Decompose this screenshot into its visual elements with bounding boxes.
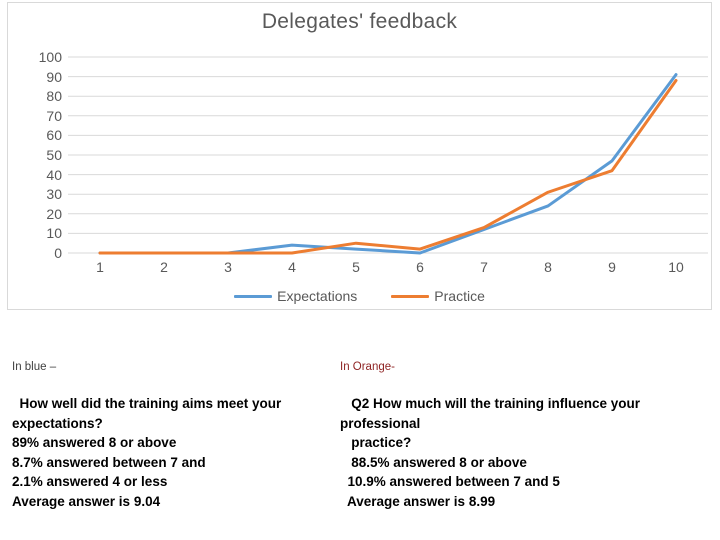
x-axis-tick-label: 9 [608, 259, 616, 275]
orange-summary-column: In Orange- Q2 How much will the training… [340, 360, 710, 511]
y-axis-tick-label: 90 [46, 68, 62, 85]
chart-title: Delegates' feedback [261, 10, 458, 33]
orange-summary-line: 10.9% answered between 7 and 5 [340, 474, 560, 489]
y-axis-tick-label: 60 [46, 127, 62, 144]
blue-column-lines: How well did the training aims meet your… [12, 394, 332, 511]
series-lines [100, 75, 676, 253]
y-axis-tick-label: 50 [46, 147, 62, 163]
chart-legend: Expectations Practice [8, 288, 711, 304]
legend-swatch-icon [391, 294, 430, 298]
gridlines [68, 57, 708, 253]
blue-summary-line: expectations? [12, 415, 103, 431]
series-line-practice [100, 81, 676, 253]
x-axis-tick-label: 1 [96, 259, 104, 275]
orange-summary-line: 88.5% answered 8 or above [340, 454, 527, 470]
y-axis-tick-labels: 0 10 20 30 40 50 60 70 80 90 100 [14, 49, 62, 261]
y-axis-tick-label: 70 [46, 107, 62, 124]
blue-summary-line: 2.1% answered 4 or less [12, 474, 168, 489]
orange-column-lines: Q2 How much will the training influence … [340, 394, 710, 511]
legend-entry-practice[interactable]: Practice [391, 288, 485, 304]
plot-area [68, 57, 708, 253]
series-line-expectations [100, 75, 676, 253]
x-axis-tick-label: 2 [160, 259, 168, 275]
legend-swatch-icon [234, 294, 273, 298]
x-axis-tick-label: 6 [416, 259, 424, 275]
x-axis-tick-label: 5 [352, 259, 360, 275]
orange-summary-line: professional [340, 415, 421, 431]
plot-svg [68, 57, 708, 253]
x-axis-tick-label: 7 [480, 259, 488, 275]
x-axis-tick-label: 10 [668, 259, 684, 275]
orange-summary-line: Q2 How much will the training influence … [340, 396, 641, 411]
y-axis-tick-label: 0 [54, 245, 62, 261]
y-axis-tick-label: 10 [46, 225, 62, 242]
legend-entry-expectations[interactable]: Expectations [234, 288, 357, 304]
x-axis-tick-labels: 1 2 3 4 5 6 7 8 9 10 [68, 259, 708, 281]
summary-text-region: In blue – How well did the training aims… [0, 360, 720, 540]
blue-summary-line: 89% answered 8 or above [12, 435, 177, 450]
x-axis-tick-label: 8 [544, 259, 552, 275]
y-axis-tick-label: 40 [46, 166, 62, 183]
y-axis-tick-label: 100 [38, 49, 62, 65]
blue-column-heading: In blue – [12, 361, 57, 373]
legend-label: Expectations [277, 288, 358, 304]
legend-label: Practice [434, 288, 485, 304]
blue-summary-line: 8.7% answered between 7 and [12, 454, 206, 470]
x-axis-tick-label: 4 [288, 259, 296, 275]
blue-summary-column: In blue – How well did the training aims… [12, 360, 332, 511]
y-axis-tick-label: 80 [46, 88, 62, 105]
y-axis-tick-label: 30 [46, 186, 62, 203]
y-axis-tick-label: 20 [46, 205, 62, 222]
orange-summary-line: Average answer is 8.99 [340, 493, 496, 509]
orange-column-heading: In Orange- [340, 361, 395, 373]
blue-summary-line: How well did the training aims meet your [12, 396, 282, 411]
orange-summary-line: practice? [340, 435, 412, 450]
chart-container: Delegates' feedback 0 10 20 30 40 50 60 70 80 90 1… [7, 2, 712, 310]
x-axis-tick-label: 3 [224, 259, 232, 275]
blue-summary-line: Average answer is 9.04 [12, 493, 161, 509]
